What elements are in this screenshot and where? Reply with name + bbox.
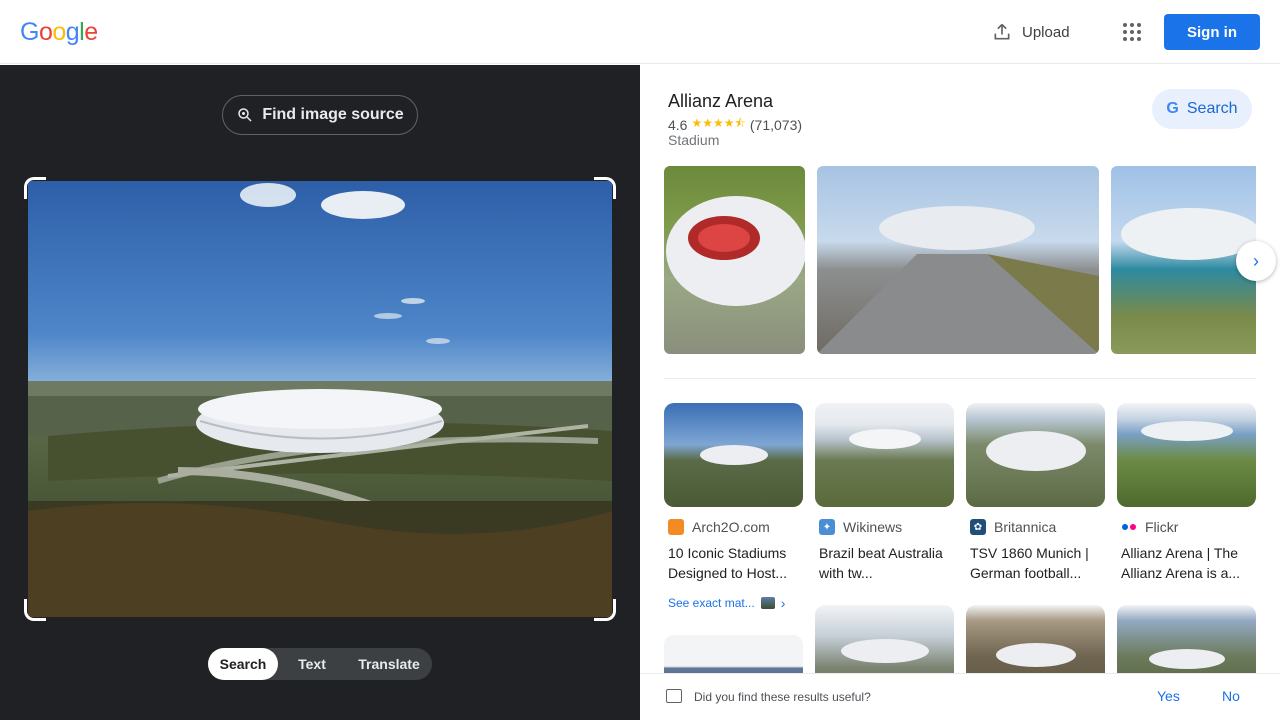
find-image-source-button[interactable]: Find image source bbox=[222, 95, 418, 135]
mode-translate-tab[interactable]: Translate bbox=[346, 648, 432, 680]
result-source: Arch2O.com bbox=[692, 519, 770, 535]
knowledge-panel-title[interactable]: Allianz Arena bbox=[668, 91, 773, 112]
result-card[interactable]: Flickr Allianz Arena | The Allianz Arena… bbox=[1117, 403, 1256, 583]
logo-letter: o bbox=[52, 18, 66, 46]
see-exact-matches-label: See exact mat... bbox=[668, 596, 755, 610]
kp-image-aerial[interactable] bbox=[664, 166, 805, 354]
result-source: Wikinews bbox=[843, 519, 903, 535]
result-title[interactable]: 10 Iconic Stadiums Designed to Host... bbox=[664, 543, 803, 583]
knowledge-panel-images bbox=[664, 166, 1256, 354]
britannica-icon: ✿ bbox=[970, 519, 986, 535]
apps-grid-icon[interactable] bbox=[1120, 20, 1144, 44]
logo-letter: G bbox=[20, 18, 39, 46]
result-card[interactable]: Arch2O.com 10 Iconic Stadiums Designed t… bbox=[664, 403, 803, 583]
search-button-label: Search bbox=[1186, 100, 1238, 117]
mode-text-tab[interactable]: Text bbox=[278, 648, 346, 680]
chevron-right-icon[interactable]: › bbox=[1236, 241, 1276, 281]
logo-letter: e bbox=[84, 18, 98, 46]
place-type: Stadium bbox=[668, 132, 720, 148]
result-thumbnail[interactable] bbox=[966, 403, 1105, 507]
feedback-bar: Did you find these results useful? Yes N… bbox=[640, 673, 1280, 720]
header: Google Upload Sign in bbox=[0, 0, 1280, 64]
exact-match-thumbnail bbox=[760, 597, 775, 609]
divider bbox=[664, 378, 1256, 379]
see-exact-matches-link[interactable]: See exact mat... › bbox=[668, 595, 785, 611]
kp-image-euro[interactable] bbox=[1111, 166, 1256, 354]
result-thumbnail[interactable] bbox=[815, 403, 954, 507]
review-count: (71,073) bbox=[749, 116, 803, 133]
lens-mode-switcher: Search Text Translate bbox=[208, 648, 432, 680]
source-favicon-icon bbox=[668, 519, 684, 535]
upload-button[interactable]: Upload bbox=[992, 20, 1070, 44]
google-search-button[interactable]: G Search bbox=[1152, 89, 1252, 129]
find-image-source-label: Find image source bbox=[262, 106, 404, 123]
sign-in-button[interactable]: Sign in bbox=[1164, 14, 1260, 50]
feedback-no-button[interactable]: No bbox=[1222, 688, 1240, 704]
google-logo[interactable]: Google bbox=[20, 18, 98, 47]
result-source: Flickr bbox=[1145, 519, 1179, 535]
lens-image-panel: Find image source Search Text Translate bbox=[0, 65, 640, 720]
results-panel: Allianz Arena 4.6 ★★★★⯪ (71,073) Stadium… bbox=[640, 65, 1280, 720]
rating-value: 4.6 bbox=[668, 116, 688, 133]
query-image bbox=[28, 181, 612, 617]
chevron-right-icon: › bbox=[780, 595, 786, 611]
result-source: Britannica bbox=[994, 519, 1057, 535]
google-g-icon: G bbox=[1166, 100, 1179, 117]
logo-letter: g bbox=[65, 18, 80, 46]
flickr-icon bbox=[1121, 519, 1137, 535]
lens-search-icon bbox=[238, 108, 252, 122]
result-title[interactable]: Brazil beat Australia with tw... bbox=[815, 543, 954, 583]
result-card[interactable]: ✿ Britannica TSV 1860 Munich | German foo… bbox=[966, 403, 1105, 583]
upload-icon bbox=[994, 23, 1010, 40]
result-title[interactable]: Allianz Arena | The Allianz Arena is a..… bbox=[1117, 543, 1256, 583]
feedback-yes-button[interactable]: Yes bbox=[1157, 688, 1180, 704]
mode-search-tab[interactable]: Search bbox=[208, 648, 278, 680]
logo-letter: o bbox=[38, 18, 53, 46]
crop-selection[interactable] bbox=[24, 177, 616, 621]
feedback-icon bbox=[666, 689, 682, 703]
result-thumbnail[interactable] bbox=[664, 403, 803, 507]
feedback-question: Did you find these results useful? bbox=[694, 690, 871, 704]
result-title[interactable]: TSV 1860 Munich | German football... bbox=[966, 543, 1105, 583]
upload-label: Upload bbox=[1022, 23, 1070, 41]
kp-image-street[interactable] bbox=[817, 166, 1099, 354]
wikinews-icon: ✦ bbox=[819, 519, 835, 535]
result-card[interactable]: ✦ Wikinews Brazil beat Australia with tw.… bbox=[815, 403, 954, 583]
result-thumbnail[interactable] bbox=[1117, 403, 1256, 507]
